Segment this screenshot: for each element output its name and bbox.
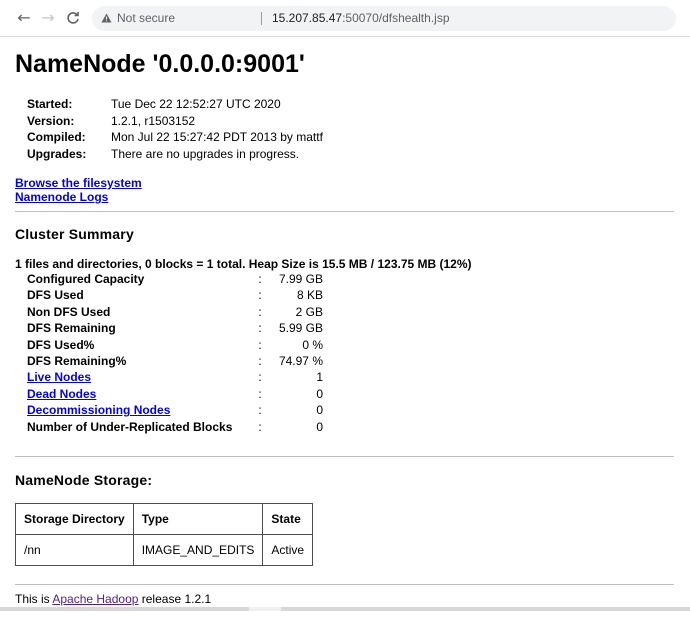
stat-name: Configured Capacity bbox=[27, 272, 145, 286]
stat-colon: : bbox=[258, 337, 262, 352]
info-key: Upgrades: bbox=[27, 146, 87, 161]
stat-value: 2 GB bbox=[295, 304, 323, 319]
stat-value: 0 bbox=[316, 419, 323, 434]
stat-value: 0 % bbox=[302, 337, 323, 352]
stat-colon: : bbox=[258, 419, 262, 434]
address-bar[interactable]: Not secure 15.207.85.47:50070/dfshealth.… bbox=[92, 6, 676, 31]
cluster-stats-table: Configured Capacity : 7.99 GB DFS Used :… bbox=[27, 271, 323, 435]
namenode-info: Started: Tue Dec 22 12:52:27 UTC 2020 Ve… bbox=[27, 96, 323, 162]
stat-row: Live Nodes : 1 bbox=[27, 369, 323, 385]
stat-row: Configured Capacity : 7.99 GB bbox=[27, 271, 323, 287]
stat-row: DFS Remaining% : 74.97 % bbox=[27, 353, 323, 369]
divider bbox=[15, 211, 674, 212]
info-key: Started: bbox=[27, 97, 73, 111]
stat-colon: : bbox=[258, 370, 262, 385]
stat-value: 74.97 % bbox=[278, 353, 323, 368]
info-value: Mon Jul 22 15:27:42 PDT 2013 by mattf bbox=[111, 130, 323, 145]
info-value: There are no upgrades in progress. bbox=[111, 146, 300, 161]
stat-row: Non DFS Used : 2 GB bbox=[27, 304, 323, 320]
stat-colon: : bbox=[258, 288, 262, 303]
table-cell: Active bbox=[262, 534, 314, 566]
info-key: Version: bbox=[27, 113, 75, 128]
stat-value: 5.99 GB bbox=[278, 321, 323, 336]
table-cell: IMAGE_AND_EDITS bbox=[132, 534, 264, 566]
info-key: Compiled: bbox=[27, 130, 86, 145]
divider bbox=[15, 456, 674, 457]
back-arrow-icon[interactable]: ← bbox=[14, 8, 34, 28]
live-nodes-link[interactable]: Live Nodes bbox=[27, 370, 91, 384]
decommissioning-nodes-link[interactable]: Decommissioning Nodes bbox=[27, 403, 170, 417]
stat-row: Decommissioning Nodes : 0 bbox=[27, 402, 323, 418]
stat-colon: : bbox=[258, 353, 262, 368]
info-row-upgrades: Upgrades: There are no upgrades in progr… bbox=[27, 146, 323, 163]
horizontal-scrollbar[interactable] bbox=[0, 607, 690, 611]
browse-filesystem-link[interactable]: Browse the filesystem bbox=[15, 176, 142, 190]
column-header-type: Type bbox=[132, 503, 264, 535]
info-value: 1.2.1, r1503152 bbox=[111, 113, 196, 128]
warning-icon[interactable] bbox=[101, 6, 112, 31]
stat-name: Non DFS Used bbox=[27, 304, 111, 319]
column-header-storage-directory: Storage Directory bbox=[15, 503, 134, 535]
namenode-storage-heading: NameNode Storage: bbox=[15, 472, 153, 488]
table-header-row: Storage Directory Type State bbox=[15, 503, 314, 535]
stat-name: DFS Remaining bbox=[27, 321, 116, 336]
stat-name: DFS Remaining% bbox=[27, 353, 127, 368]
stat-name: Dead Nodes bbox=[27, 386, 255, 402]
cluster-summary-line: 1 files and directories, 0 blocks = 1 to… bbox=[15, 257, 472, 271]
stat-value: 0 bbox=[316, 403, 323, 418]
stat-colon: : bbox=[258, 386, 262, 401]
stat-value: 1 bbox=[316, 370, 323, 385]
column-header-state: State bbox=[262, 503, 314, 535]
info-row-started: Started: Tue Dec 22 12:52:27 UTC 2020 bbox=[27, 96, 323, 113]
omnibox-separator bbox=[261, 12, 262, 25]
stat-row: DFS Used% : 0 % bbox=[27, 337, 323, 353]
footer: This is Apache Hadoop release 1.2.1 bbox=[15, 592, 211, 606]
page-title: NameNode '0.0.0.0:9001' bbox=[15, 50, 305, 78]
stat-value: 7.99 GB bbox=[278, 272, 323, 286]
reload-icon[interactable] bbox=[63, 8, 83, 28]
page-links: Browse the filesystem Namenode Logs bbox=[15, 176, 142, 205]
forward-arrow-icon[interactable]: → bbox=[38, 8, 58, 28]
table-row: /nn IMAGE_AND_EDITS Active bbox=[15, 534, 314, 566]
cluster-summary-heading: Cluster Summary bbox=[15, 226, 134, 242]
stat-row: Dead Nodes : 0 bbox=[27, 386, 323, 402]
stat-value: 8 KB bbox=[296, 288, 323, 303]
namenode-logs-link[interactable]: Namenode Logs bbox=[15, 190, 142, 204]
browser-toolbar: ← → Not secure 15.207.85.47:50070/dfshea… bbox=[0, 0, 690, 37]
stat-value: 0 bbox=[316, 386, 323, 401]
dead-nodes-link[interactable]: Dead Nodes bbox=[27, 387, 96, 401]
stat-row: Number of Under-Replicated Blocks : 0 bbox=[27, 419, 323, 435]
stat-row: DFS Used : 8 KB bbox=[27, 287, 323, 303]
info-value: Tue Dec 22 12:52:27 UTC 2020 bbox=[111, 97, 281, 111]
url-text[interactable]: 15.207.85.47:50070/dfshealth.jsp bbox=[272, 6, 450, 31]
stat-colon: : bbox=[258, 403, 262, 418]
url-path: :50070/dfshealth.jsp bbox=[342, 11, 450, 25]
apache-hadoop-link[interactable]: Apache Hadoop bbox=[52, 592, 138, 606]
scrollbar-thumb[interactable] bbox=[249, 607, 281, 611]
stat-colon: : bbox=[258, 272, 262, 286]
stat-name: Number of Under-Replicated Blocks bbox=[27, 419, 233, 434]
security-status-label[interactable]: Not secure bbox=[117, 6, 175, 31]
stat-name: Decommissioning Nodes bbox=[27, 402, 255, 418]
footer-suffix: release 1.2.1 bbox=[138, 592, 212, 606]
divider bbox=[15, 584, 674, 585]
info-row-compiled: Compiled: Mon Jul 22 15:27:42 PDT 2013 b… bbox=[27, 129, 323, 146]
info-row-version: Version: 1.2.1, r1503152 bbox=[27, 113, 323, 130]
storage-table: Storage Directory Type State /nn IMAGE_A… bbox=[15, 503, 314, 566]
stat-colon: : bbox=[258, 304, 262, 319]
stat-colon: : bbox=[258, 321, 262, 336]
stat-row: DFS Remaining : 5.99 GB bbox=[27, 320, 323, 336]
stat-name: DFS Used bbox=[27, 288, 84, 303]
footer-prefix: This is bbox=[15, 592, 53, 606]
stat-name: DFS Used% bbox=[27, 337, 95, 352]
stat-name: Live Nodes bbox=[27, 369, 255, 385]
table-cell: /nn bbox=[15, 534, 134, 566]
url-host: 15.207.85.47 bbox=[272, 11, 343, 25]
